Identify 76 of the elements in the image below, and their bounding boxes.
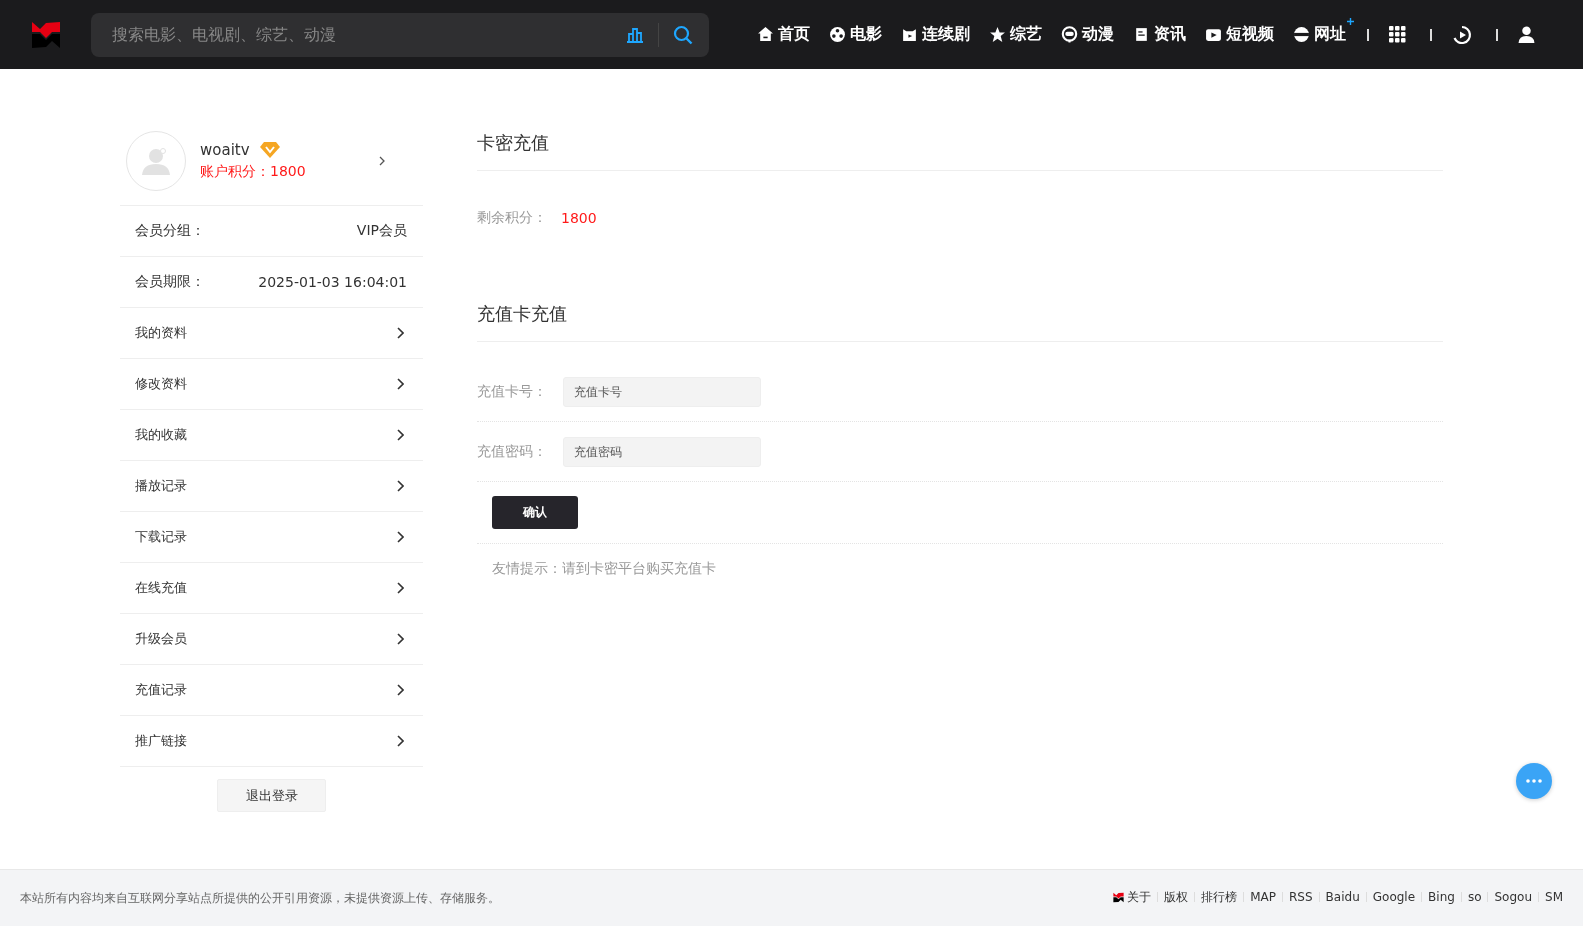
nav-link[interactable]: 综艺 (989, 24, 1042, 45)
footer-link[interactable]: RSS (1289, 890, 1313, 904)
nav-link[interactable]: 网址 (1293, 24, 1346, 45)
logout-button[interactable]: 退出登录 (217, 779, 326, 812)
user-icon[interactable] (1518, 26, 1535, 43)
chevron-right-icon (397, 429, 404, 441)
footer-link[interactable]: Bing (1428, 890, 1455, 904)
chevron-right-icon (397, 531, 404, 543)
house-icon (757, 26, 774, 43)
field-label: 充值密码： (477, 442, 547, 461)
info-value: VIP会员 (356, 222, 407, 240)
nav-link[interactable]: 短视频 (1205, 24, 1274, 45)
chevron-right-icon (397, 327, 404, 339)
username: woaitv (200, 141, 250, 159)
account-points: 账户积分：1800 (200, 163, 307, 181)
chevron-right-icon (397, 378, 404, 390)
video-icon (1205, 26, 1222, 43)
grid-menu-icon[interactable] (1389, 26, 1406, 43)
plus-icon (1347, 18, 1354, 25)
search-bar[interactable]: 搜索电影、电视剧、综艺、动漫 (91, 12, 709, 57)
tip-text: 友情提示：请到卡密平台购买充值卡 (491, 559, 717, 578)
points-value: 1800 (561, 209, 597, 226)
nav-link[interactable]: 电影 (829, 24, 882, 45)
menu-item[interactable]: 升级会员 (120, 614, 423, 665)
chevron-right-icon (397, 735, 404, 747)
menu-item[interactable]: 我的收藏 (120, 410, 423, 461)
input-field[interactable]: 充值卡号 (563, 376, 761, 407)
search-icon[interactable] (673, 24, 693, 45)
play-history-icon[interactable] (1452, 24, 1472, 45)
search-field[interactable]: 搜索电影、电视剧、综艺、动漫 (110, 24, 626, 45)
chevron-right-icon (397, 684, 404, 696)
footer-link[interactable]: 关于 (1113, 888, 1152, 906)
chevron-right-icon (397, 582, 404, 594)
star-icon (989, 26, 1006, 43)
diamond-badge-icon (259, 142, 280, 158)
chat-button[interactable] (1516, 763, 1552, 799)
document-icon (1133, 26, 1150, 43)
film-reel-icon (829, 26, 846, 43)
menu-item[interactable]: 我的资料 (120, 308, 423, 359)
footer-link[interactable]: SM (1545, 890, 1563, 904)
menu-item[interactable]: 充值记录 (120, 665, 423, 716)
confirm-button[interactable]: 确认 (492, 496, 578, 529)
info-label: 会员期限： (135, 273, 205, 291)
footer-link[interactable]: so (1467, 890, 1482, 904)
footer-link[interactable]: 版权 (1164, 888, 1189, 906)
menu-item[interactable]: 修改资料 (120, 359, 423, 410)
chart-icon[interactable] (626, 26, 644, 43)
menu-item[interactable]: 推广链接 (120, 716, 423, 767)
user-silhouette-icon (141, 146, 171, 176)
nav-link[interactable]: 资讯 (1133, 24, 1186, 45)
chevron-right-icon (397, 480, 404, 492)
menu-item[interactable]: 在线充值 (120, 563, 423, 614)
chevron-right-icon[interactable] (379, 156, 385, 166)
points-label: 剩余积分： (477, 208, 547, 227)
info-label: 会员分组： (135, 222, 205, 240)
tv-icon (901, 26, 918, 43)
footer-link[interactable]: MAP (1250, 890, 1277, 904)
nav-link[interactable]: 首页 (757, 24, 810, 45)
field-label: 充值卡号： (477, 382, 547, 401)
footer-link[interactable]: Baidu (1325, 890, 1360, 904)
site-logo-icon (1113, 891, 1125, 903)
dots-icon (1526, 779, 1542, 783)
nav-link[interactable]: 连续剧 (901, 24, 970, 45)
disclaimer-text: 本站所有内容均来自互联网分享站点所提供的公开引用资源，未提供资源上传、存储服务。 (20, 889, 500, 907)
nav-link[interactable]: 动漫 (1061, 24, 1114, 45)
menu-item[interactable]: 播放记录 (120, 461, 423, 512)
footer-link[interactable]: Sogou (1494, 890, 1532, 904)
globe-icon (1293, 26, 1310, 43)
chevron-right-icon (397, 633, 404, 645)
menu-item[interactable]: 下载记录 (120, 512, 423, 563)
input-field[interactable]: 充值密码 (563, 436, 761, 467)
section-title: 充值卡充值 (477, 290, 1443, 342)
footer-link[interactable]: 排行榜 (1201, 888, 1238, 906)
footer-link[interactable]: Google (1372, 890, 1416, 904)
section-title: 卡密充值 (477, 119, 1443, 171)
info-value: 2025-01-03 16:04:01 (258, 274, 407, 290)
